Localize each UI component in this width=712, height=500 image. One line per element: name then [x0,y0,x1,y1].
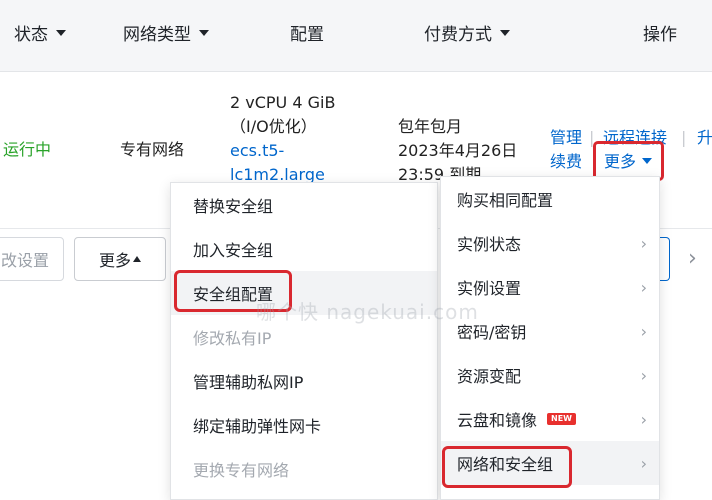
manage-link[interactable]: 管理 [550,126,582,150]
menu-item-label: 资源变配 [457,367,522,386]
billing-type: 包年包月 [398,117,463,136]
config-spec: 2 vCPU 4 GiB [230,93,336,112]
chevron-right-icon[interactable]: › [688,246,697,271]
menu-item-join-security-group[interactable]: 加入安全组 [171,227,437,271]
chevron-down-icon [199,30,209,36]
upgrade-link[interactable]: 升 [697,126,712,150]
menu-item-replace-security-group[interactable]: 替换安全组 [171,183,437,227]
menu-item-resource-change[interactable]: 资源变配 › [441,353,659,397]
highlight-network-security-group [442,446,572,488]
network-type-value: 专有网络 [120,140,185,159]
menu-item-label: 实例状态 [457,235,522,254]
new-badge: NEW [547,413,576,425]
column-header-config: 配置 [290,25,324,45]
chevron-right-icon: › [640,233,647,253]
renew-link[interactable]: 续费 [550,150,582,174]
column-header-actions: 操作 [643,25,677,45]
more-button[interactable]: 更多 [74,237,166,281]
menu-item-bind-secondary-eni[interactable]: 绑定辅助弹性网卡 [171,403,437,447]
chevron-down-icon [500,30,510,36]
instance-type-link[interactable]: ecs.t5- [230,139,284,163]
chevron-up-icon [133,256,141,262]
column-header-network-type-label: 网络类型 [123,25,191,45]
menu-item-instance-status[interactable]: 实例状态 › [441,221,659,265]
config-io-optimized: （I/O优化） [230,117,317,136]
column-header-billing[interactable]: 付费方式 [424,20,510,45]
highlight-more-button [593,141,664,181]
menu-item-disk-and-image[interactable]: 云盘和镜像 NEW › [441,397,659,441]
column-header-billing-label: 付费方式 [424,25,492,45]
chevron-right-icon: › [640,365,647,385]
billing-expiry-date: 2023年4月26日 [398,141,518,160]
action-divider: | [681,128,687,147]
more-button-label: 更多 [98,251,131,270]
chevron-right-icon: › [640,453,647,473]
status-badge: 运行中 [3,140,52,159]
menu-item-change-vpc: 更换专有网络 [193,461,290,480]
chevron-right-icon: › [640,409,647,429]
menu-item-label: 云盘和镜像 [457,411,538,430]
network-security-submenu: 替换安全组 加入安全组 安全组配置 修改私有IP 管理辅助私网IP 绑定辅助弹性… [170,182,438,500]
menu-item-manage-secondary-ip[interactable]: 管理辅助私网IP [171,359,437,403]
chevron-down-icon [56,30,66,36]
menu-item-buy-same-config[interactable]: 购买相同配置 [441,177,659,221]
table-header: 状态 网络类型 配置 付费方式 操作 [0,0,712,72]
settings-button[interactable]: 改设置 [0,237,64,281]
column-header-status[interactable]: 状态 [14,20,66,45]
menu-item-label: 购买相同配置 [457,191,554,210]
chevron-right-icon: › [640,277,647,297]
chevron-right-icon: › [640,321,647,341]
column-header-network-type[interactable]: 网络类型 [123,20,209,45]
watermark: 哪个快 nagekuai.com [256,300,479,324]
column-header-status-label: 状态 [14,25,48,45]
